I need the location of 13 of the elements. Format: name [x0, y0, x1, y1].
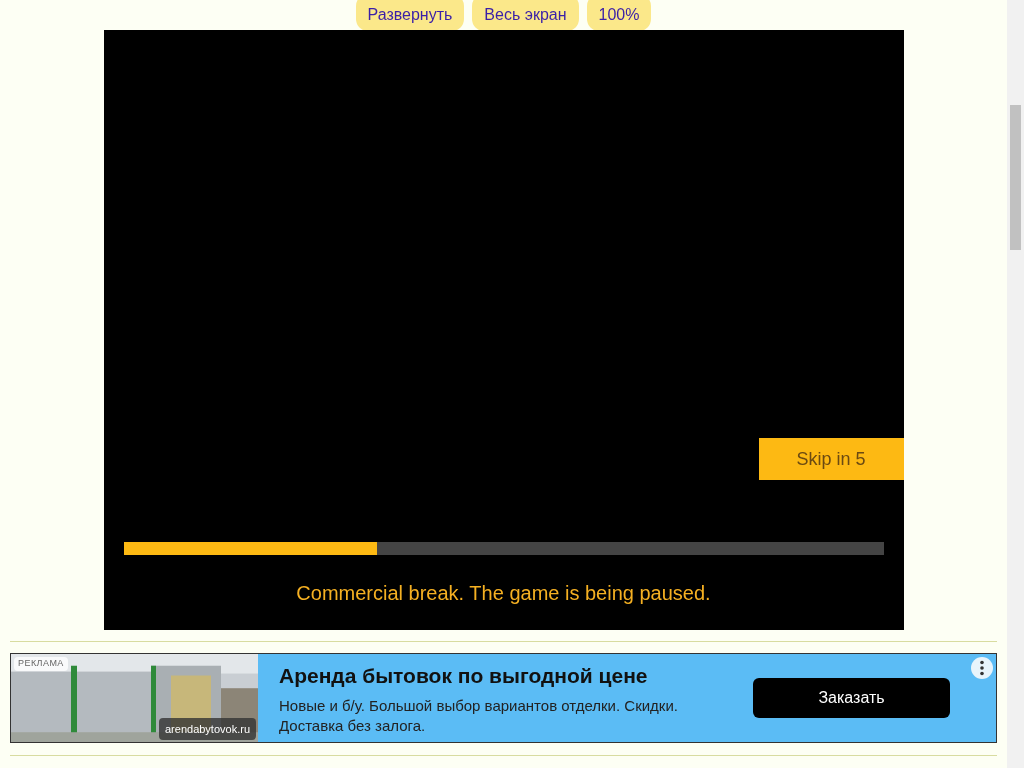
- skip-button[interactable]: Skip in 5: [758, 438, 904, 480]
- more-icon[interactable]: [971, 657, 993, 679]
- toolbar-button[interactable]: Весь экран: [472, 0, 579, 31]
- toolbar-button[interactable]: Развернуть: [355, 0, 465, 31]
- order-button[interactable]: Заказать: [753, 678, 950, 718]
- scrollbar[interactable]: [1007, 0, 1024, 768]
- scrollbar-thumb[interactable]: [1010, 105, 1021, 250]
- pause-message: Commercial break. The game is being paused.: [296, 580, 711, 606]
- ad-title: Аренда бытовок по выгодной цене: [279, 663, 649, 690]
- ad-text: Новые и б/у. Большой выбор вариантов отделки. Скидки. Доставка без залога.: [279, 695, 679, 736]
- ad-label: РЕКЛАМА: [14, 657, 68, 671]
- toolbar-button[interactable]: 100%: [586, 0, 652, 31]
- ad-domain: arendabytovok.ru: [159, 717, 256, 740]
